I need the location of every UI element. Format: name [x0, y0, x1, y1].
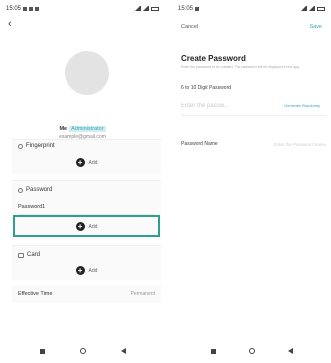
home-icon[interactable] [248, 348, 255, 354]
status-bar: 15:05 [172, 0, 331, 17]
create-password-screen: 15:05 Cancel Save Create Password Enter … [172, 0, 331, 363]
signal-icon [135, 6, 141, 11]
system-nav-bar [172, 348, 331, 354]
generate-randomly-button[interactable]: Generate Randomly [284, 103, 326, 108]
fingerprint-icon [18, 143, 23, 149]
notification-icon [195, 6, 200, 11]
top-bar: Cancel Save [172, 17, 331, 37]
lock-user-screen: 15:05 ‹ Me Administrator example@gmail.co… [0, 0, 165, 363]
role-badge: Administrator [69, 126, 106, 132]
chevron-left-icon[interactable]: ‹ [8, 18, 18, 30]
password-name-input[interactable] [246, 141, 326, 147]
recent-apps-icon[interactable] [39, 348, 45, 354]
wifi-icon [143, 6, 149, 11]
password-input[interactable] [181, 102, 261, 109]
plus-icon: + [75, 158, 85, 167]
effective-time-row[interactable]: Effective Time Permanent [12, 285, 161, 303]
page-title: Create Password [181, 54, 246, 63]
status-bar: 15:05 [0, 0, 165, 17]
password-section: Password Password1 + Add [12, 180, 161, 240]
card-label: Card [18, 252, 40, 258]
back-icon[interactable] [120, 348, 126, 354]
plus-icon: + [75, 266, 85, 275]
page-description: Enter the password to be created. The pa… [181, 65, 301, 69]
notification-icon [29, 6, 34, 11]
top-bar: ‹ [0, 17, 165, 35]
wifi-icon [309, 6, 315, 11]
cancel-button[interactable]: Cancel [181, 24, 198, 30]
status-time: 15:05 [178, 5, 194, 12]
signal-icon [301, 6, 307, 11]
system-nav-bar [0, 348, 165, 354]
notification-icon [35, 6, 40, 11]
password-label: Password [18, 187, 52, 193]
home-icon[interactable] [79, 348, 86, 354]
battery-icon [151, 6, 159, 11]
fingerprint-label: Fingerprint [18, 143, 55, 149]
card-icon [18, 252, 24, 258]
recent-apps-icon[interactable] [210, 348, 216, 354]
password-hint: 6 to 10 Digit Password [181, 85, 232, 91]
card-section: Card + Add [12, 245, 161, 280]
save-button[interactable]: Save [309, 24, 322, 30]
password-input-row: Generate Randomly [181, 96, 326, 116]
fingerprint-section: Fingerprint + Add [12, 139, 161, 174]
user-name: Me Administrator [59, 126, 106, 132]
password-name-row: Password Name [181, 138, 326, 150]
status-time: 15:05 [6, 5, 22, 12]
password-icon [18, 187, 23, 193]
notification-icon [23, 6, 28, 11]
plus-icon: + [75, 222, 85, 231]
back-icon[interactable] [287, 348, 293, 354]
add-password-button[interactable]: + Add [12, 222, 161, 231]
password-item[interactable]: Password1 [18, 204, 45, 210]
avatar [65, 51, 109, 95]
add-fingerprint-button[interactable]: + Add [12, 158, 161, 167]
battery-icon [317, 6, 325, 11]
password-name-label: Password Name [181, 141, 218, 147]
add-card-button[interactable]: + Add [12, 266, 161, 275]
